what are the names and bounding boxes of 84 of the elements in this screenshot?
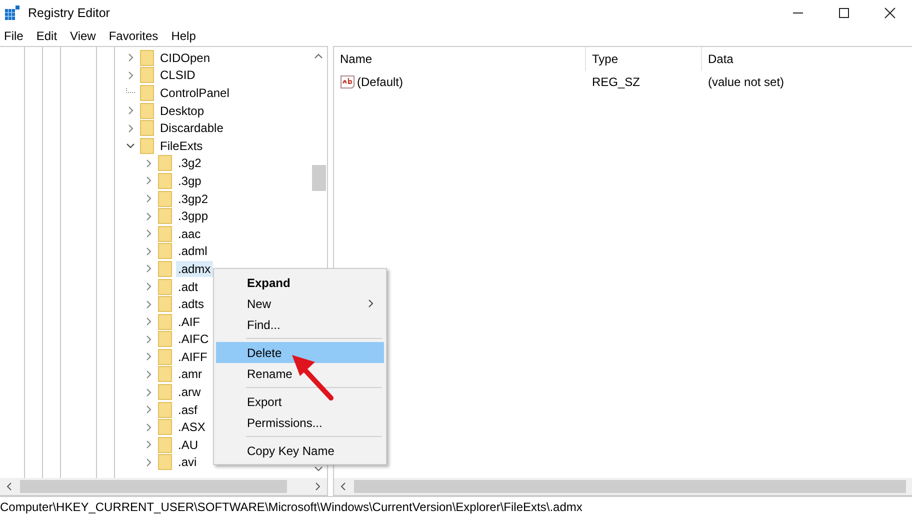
folder-icon	[158, 366, 172, 382]
tree-item[interactable]: CLSID	[158, 67, 198, 84]
scrollbar-thumb[interactable]	[312, 165, 326, 191]
folder-icon	[158, 260, 172, 277]
folder-icon	[158, 226, 172, 242]
folder-icon	[140, 102, 154, 119]
folder-icon	[158, 190, 172, 207]
scroll-left-icon[interactable]	[340, 482, 346, 491]
folder-icon	[140, 138, 154, 154]
folder-icon	[158, 208, 172, 224]
tree-item[interactable]: .avi	[176, 454, 199, 470]
string-value-icon	[340, 74, 355, 88]
context-menu-item[interactable]: Export	[216, 391, 384, 412]
folder-icon	[158, 172, 172, 189]
context-menu-item[interactable]: Expand	[216, 272, 384, 293]
value-name[interactable]: (Default)	[357, 74, 404, 88]
menu-item[interactable]: Favorites	[108, 29, 158, 43]
status-bar: Computer\HKEY_CURRENT_USER\SOFTWARE\Microsoft\Windows\CurrentVersion\Explorer\FileExts\.admx	[0, 496, 912, 517]
menu-item[interactable]: Edit	[36, 29, 58, 43]
tree-item[interactable]: .3gpp	[176, 208, 210, 224]
column-header[interactable]: Name	[334, 52, 585, 66]
tree-item[interactable]: .3gp	[176, 172, 204, 189]
tree-item[interactable]: .adts	[176, 296, 206, 312]
chevron-icon[interactable]	[126, 141, 135, 150]
menu-item[interactable]: Help	[171, 29, 196, 43]
window-title: Registry Editor	[28, 6, 110, 20]
folder-icon	[140, 120, 154, 136]
context-menu-item[interactable]: Find...	[216, 314, 384, 335]
folder-icon	[140, 50, 154, 66]
scrollbar-thumb[interactable]	[20, 480, 287, 493]
maximize-icon[interactable]	[838, 7, 850, 19]
context-menu-item[interactable]: Permissions...	[216, 412, 384, 433]
folder-icon	[158, 296, 172, 312]
tree-item[interactable]: .asf	[176, 402, 200, 418]
tree-item[interactable]: .AIFF	[176, 348, 210, 365]
column-header[interactable]: Data	[701, 47, 912, 71]
tree-item[interactable]: .adml	[176, 243, 210, 260]
tree-item[interactable]: CIDOpen	[158, 50, 212, 66]
context-menu-item[interactable]: Copy Key Name	[216, 440, 384, 461]
folder-icon	[158, 436, 172, 453]
close-icon[interactable]	[884, 7, 896, 19]
folder-icon	[158, 384, 172, 400]
scroll-down-icon[interactable]	[314, 466, 323, 472]
tree-item[interactable]: ControlPanel	[158, 84, 232, 101]
folder-icon	[158, 348, 172, 365]
tree-item[interactable]: .arw	[176, 384, 203, 400]
folder-icon	[158, 278, 172, 295]
tree-item[interactable]: .amr	[176, 366, 204, 382]
folder-icon	[158, 243, 172, 260]
folder-icon	[158, 331, 172, 348]
horizontal-scrollbar[interactable]	[334, 478, 912, 495]
scroll-right-icon[interactable]	[315, 482, 321, 491]
horizontal-scrollbar[interactable]	[0, 478, 327, 495]
folder-icon	[140, 67, 154, 84]
tree-item[interactable]: .ASX	[176, 419, 208, 436]
tree-item[interactable]: FileExts	[158, 138, 205, 154]
scroll-up-icon[interactable]	[314, 53, 323, 59]
folder-icon	[158, 314, 172, 330]
tree-item[interactable]: .aac	[176, 226, 203, 242]
scrollbar-thumb[interactable]	[354, 480, 906, 493]
context-menu-item[interactable]: Delete	[216, 342, 384, 363]
column-header[interactable]: Type	[585, 47, 701, 71]
tree-item[interactable]: Discardable	[158, 120, 226, 136]
tree-item[interactable]: .AIFC	[176, 331, 211, 348]
context-menu-item[interactable]: New	[216, 293, 384, 314]
tree-item[interactable]: Desktop	[158, 102, 206, 119]
value-type: REG_SZ	[591, 74, 642, 88]
folder-icon	[158, 402, 172, 418]
folder-icon	[158, 155, 172, 172]
tree-item[interactable]: .adt	[176, 278, 200, 295]
registry-app-icon	[4, 5, 20, 21]
folder-icon	[158, 419, 172, 436]
scroll-left-icon[interactable]	[6, 482, 12, 491]
tree-item[interactable]: .3g2	[176, 155, 204, 172]
menu-item[interactable]: File	[4, 29, 24, 43]
folder-icon	[158, 454, 172, 470]
value-data: (value not set)	[707, 74, 786, 88]
tree-item[interactable]: .3gp2	[176, 190, 210, 207]
folder-icon	[140, 84, 154, 101]
context-menu-item[interactable]: Rename	[216, 363, 384, 384]
menu-item[interactable]: View	[70, 29, 96, 43]
tree-item[interactable]: .AIF	[176, 314, 202, 330]
tree-item[interactable]: .AU	[176, 436, 200, 453]
tree-item[interactable]: .admx	[176, 260, 213, 277]
